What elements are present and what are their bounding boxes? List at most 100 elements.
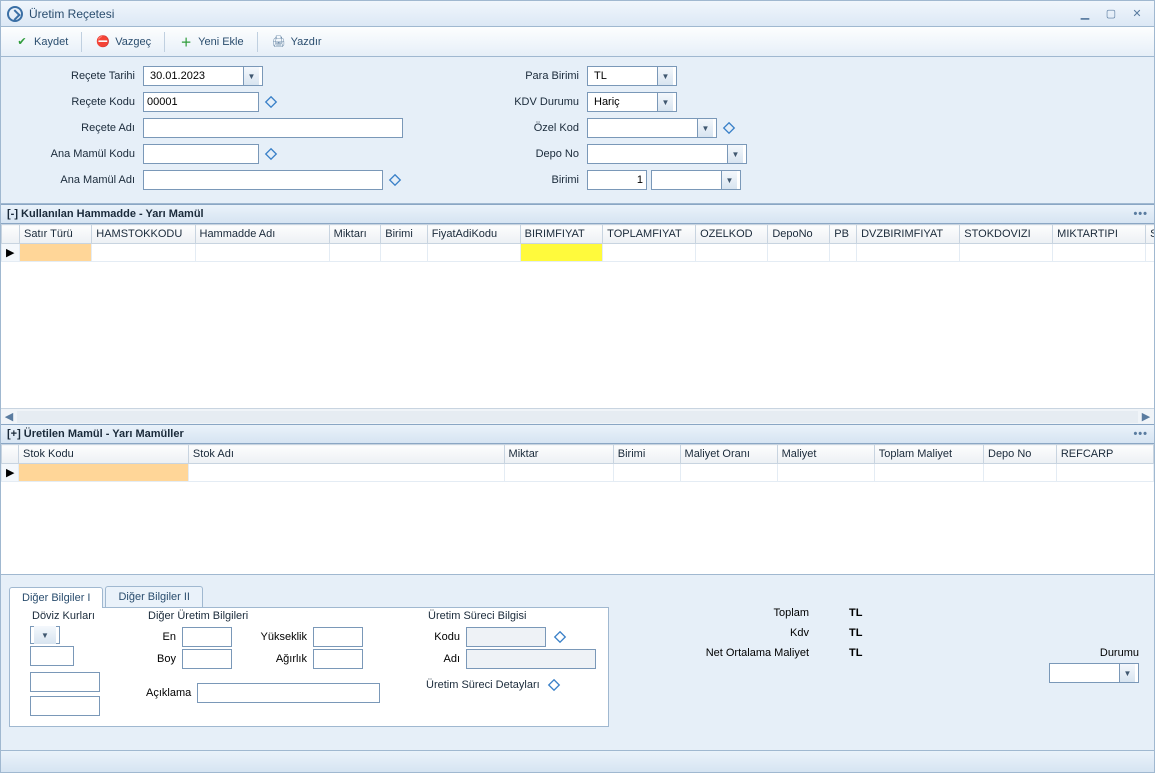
col-header[interactable]: Toplam Maliyet bbox=[874, 445, 983, 464]
col-header[interactable]: OZELKOD bbox=[696, 225, 768, 244]
para-birimi-select[interactable]: TL ▼ bbox=[587, 66, 677, 86]
col-header[interactable]: Depo No bbox=[984, 445, 1057, 464]
kdv-durumu-select[interactable]: Hariç ▼ bbox=[587, 92, 677, 112]
save-button[interactable]: ✔ Kaydet bbox=[7, 31, 75, 53]
recete-adi-input[interactable] bbox=[143, 118, 403, 138]
lookup-icon[interactable] bbox=[263, 146, 279, 162]
table-row[interactable]: ▶ bbox=[2, 244, 1155, 262]
scroll-right-icon[interactable]: ▶ bbox=[1138, 410, 1154, 423]
print-button[interactable]: 🖨 Yazdır bbox=[264, 31, 329, 53]
recete-tarihi-label: Reçete Tarihi bbox=[9, 70, 139, 82]
ozel-kod-select[interactable]: ▼ bbox=[587, 118, 717, 138]
col-header[interactable]: Maliyet Oranı bbox=[680, 445, 777, 464]
doviz-input-3[interactable] bbox=[30, 696, 100, 716]
toplam-value: TL bbox=[849, 607, 929, 619]
recete-kodu-input[interactable] bbox=[143, 92, 259, 112]
section-uretilen-header[interactable]: [+] Üretilen Mamül - Yarı Mamüller ••• bbox=[1, 424, 1154, 444]
section-hammadde-title: [-] Kullanılan Hammadde - Yarı Mamül bbox=[7, 208, 204, 220]
print-icon: 🖨 bbox=[271, 34, 287, 50]
ana-mamul-adi-input[interactable] bbox=[143, 170, 383, 190]
col-header[interactable]: Miktar bbox=[504, 445, 613, 464]
birimi-unit-select[interactable]: ▼ bbox=[651, 170, 741, 190]
aciklama-input[interactable] bbox=[197, 683, 380, 703]
hscrollbar[interactable]: ◀ ▶ bbox=[1, 408, 1154, 424]
recete-tarihi-input[interactable]: 30.01.2023 ▼ bbox=[143, 66, 263, 86]
lookup-icon[interactable] bbox=[263, 94, 279, 110]
col-header[interactable]: BIRIMFIYAT bbox=[520, 225, 603, 244]
col-header[interactable]: Maliyet bbox=[777, 445, 874, 464]
birimi-qty-input[interactable] bbox=[587, 170, 647, 190]
cancel-button[interactable]: ⛔ Vazgeç bbox=[88, 31, 158, 53]
section-hammadde-header[interactable]: [-] Kullanılan Hammadde - Yarı Mamül ••• bbox=[1, 204, 1154, 224]
doviz-input-2[interactable] bbox=[30, 672, 100, 692]
en-input[interactable] bbox=[182, 627, 232, 647]
toolbar: ✔ Kaydet ⛔ Vazgeç ＋ Yeni Ekle 🖨 Yazdır bbox=[1, 27, 1154, 57]
chevron-down-icon[interactable]: ▼ bbox=[727, 145, 743, 163]
doviz-dropdown[interactable]: ▼ bbox=[30, 626, 60, 644]
col-header[interactable]: Birimi bbox=[381, 225, 427, 244]
maximize-button[interactable]: ▢ bbox=[1100, 5, 1122, 23]
chevron-down-icon[interactable]: ▼ bbox=[243, 67, 259, 85]
col-header[interactable]: FiyatAdiKodu bbox=[427, 225, 520, 244]
detaylari-link[interactable]: Üretim Süreci Detayları bbox=[426, 679, 540, 691]
lookup-icon[interactable] bbox=[387, 172, 403, 188]
kodu-input[interactable] bbox=[466, 627, 546, 647]
net-label: Net Ortalama Maliyet bbox=[669, 647, 809, 659]
ozel-kod-label: Özel Kod bbox=[503, 122, 583, 134]
lookup-icon[interactable] bbox=[721, 120, 737, 136]
minimize-button[interactable]: ▁ bbox=[1074, 5, 1096, 23]
col-header[interactable]: SATIR bbox=[1146, 225, 1154, 244]
close-button[interactable]: ✕ bbox=[1126, 5, 1148, 23]
app-icon bbox=[7, 6, 23, 22]
col-header[interactable]: STOKDOVIZI bbox=[960, 225, 1053, 244]
window-title: Üretim Reçetesi bbox=[29, 7, 114, 21]
col-header[interactable]: DepoNo bbox=[768, 225, 830, 244]
col-header[interactable]: Hammadde Adı bbox=[195, 225, 329, 244]
scroll-left-icon[interactable]: ◀ bbox=[1, 410, 17, 423]
agirlik-input[interactable] bbox=[313, 649, 363, 669]
totals: ToplamTL KdvTL Net Ortalama MaliyetTL bbox=[669, 607, 929, 659]
col-header[interactable]: Stok Adı bbox=[188, 445, 504, 464]
form-left-column: Reçete Tarihi 30.01.2023 ▼ Reçete Kodu R… bbox=[9, 65, 403, 191]
birimi-label: Birimi bbox=[503, 174, 583, 186]
chevron-down-icon[interactable]: ▼ bbox=[721, 171, 737, 189]
col-header[interactable]: REFCARP bbox=[1056, 445, 1153, 464]
chevron-down-icon[interactable]: ▼ bbox=[34, 626, 56, 644]
scroll-track[interactable] bbox=[17, 411, 1138, 423]
chevron-down-icon[interactable]: ▼ bbox=[697, 119, 713, 137]
col-header[interactable]: Stok Kodu bbox=[18, 445, 188, 464]
col-header[interactable]: TOPLAMFIYAT bbox=[603, 225, 696, 244]
kdv-label: Kdv bbox=[669, 627, 809, 639]
col-header[interactable]: PB bbox=[830, 225, 857, 244]
lookup-icon[interactable] bbox=[552, 629, 568, 645]
tab-diger-bilgiler-1[interactable]: Diğer Bilgiler I bbox=[9, 587, 103, 608]
ana-mamul-kodu-input[interactable] bbox=[143, 144, 259, 164]
chevron-down-icon[interactable]: ▼ bbox=[657, 67, 673, 85]
doviz-input-1[interactable] bbox=[30, 646, 74, 666]
chevron-down-icon[interactable]: ▼ bbox=[657, 93, 673, 111]
net-value: TL bbox=[849, 647, 929, 659]
chevron-down-icon[interactable]: ▼ bbox=[1119, 664, 1135, 682]
durumu-select[interactable]: ▼ bbox=[1049, 663, 1139, 683]
aciklama-label: Açıklama bbox=[146, 687, 191, 699]
col-header[interactable]: Satır Türü bbox=[20, 225, 92, 244]
dots-icon: ••• bbox=[1133, 428, 1148, 440]
col-header[interactable]: DVZBIRIMFIYAT bbox=[857, 225, 960, 244]
lookup-icon[interactable] bbox=[546, 677, 562, 693]
new-button[interactable]: ＋ Yeni Ekle bbox=[171, 31, 250, 53]
table-row[interactable]: ▶ bbox=[2, 464, 1154, 482]
tabs-area: Diğer Bilgiler I Diğer Bilgiler II Döviz… bbox=[1, 574, 1154, 750]
adi-input[interactable] bbox=[466, 649, 596, 669]
boy-input[interactable] bbox=[182, 649, 232, 669]
col-header[interactable]: Birimi bbox=[613, 445, 680, 464]
col-header[interactable]: MIKTARTIPI bbox=[1053, 225, 1146, 244]
form-right-column: Para Birimi TL ▼ KDV Durumu Hariç ▼ Özel… bbox=[503, 65, 747, 191]
tab-diger-bilgiler-2[interactable]: Diğer Bilgiler II bbox=[105, 586, 203, 607]
yukseklik-input[interactable] bbox=[313, 627, 363, 647]
titlebar: Üretim Reçetesi ▁ ▢ ✕ bbox=[1, 1, 1154, 27]
col-header[interactable]: HAMSTOKKODU bbox=[92, 225, 195, 244]
depo-no-select[interactable]: ▼ bbox=[587, 144, 747, 164]
hammadde-grid[interactable]: Satır Türü HAMSTOKKODU Hammadde Adı Mikt… bbox=[1, 224, 1154, 408]
col-header[interactable]: Miktarı bbox=[329, 225, 381, 244]
diger-uretim-title: Diğer Üretim Bilgileri bbox=[144, 610, 252, 622]
